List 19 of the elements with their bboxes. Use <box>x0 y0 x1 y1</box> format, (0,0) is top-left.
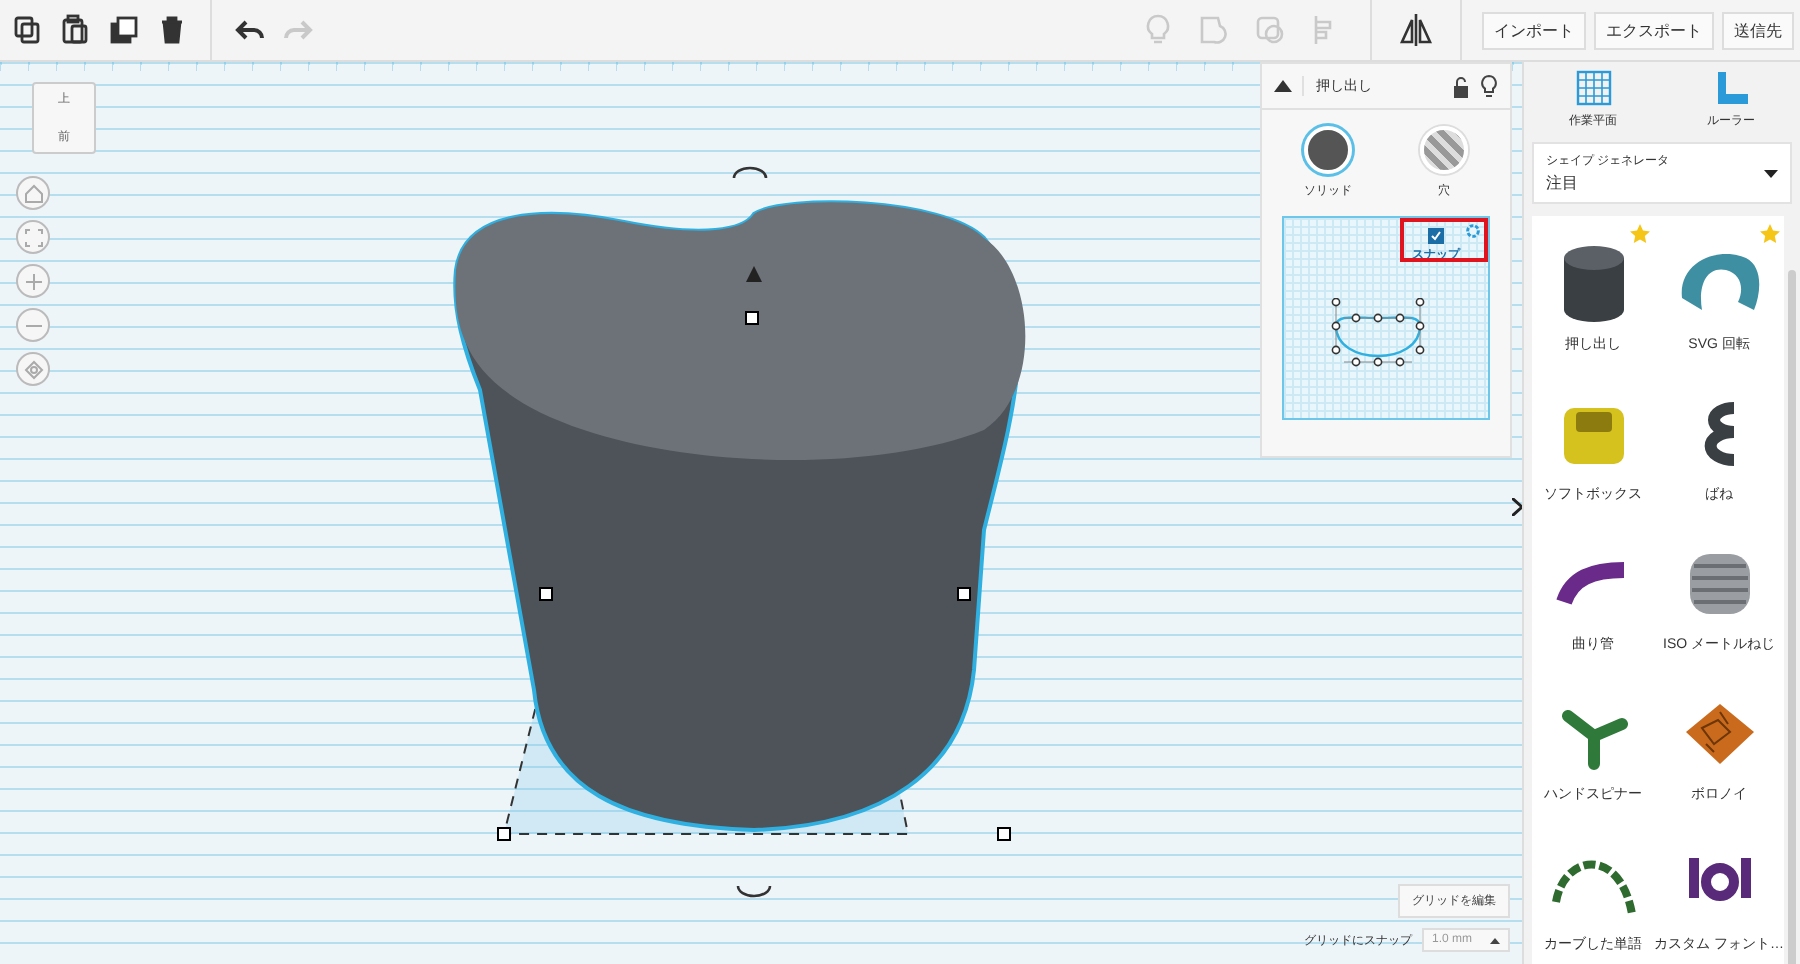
collapse-caret-icon[interactable] <box>1274 80 1292 92</box>
toolbar-button[interactable]: インポート <box>1482 11 1586 49</box>
ruler-icon <box>1713 70 1749 106</box>
settings-icon[interactable] <box>1464 222 1482 240</box>
star-icon[interactable] <box>1630 224 1651 244</box>
caret-down-icon <box>1764 169 1778 177</box>
lock-icon[interactable] <box>1452 75 1470 97</box>
selected-shape-drawing[interactable] <box>453 200 1026 841</box>
checkmark-icon <box>1430 230 1442 242</box>
rotate-handle-icon[interactable] <box>736 885 772 898</box>
caret-up-icon <box>1490 937 1500 943</box>
scrollbar[interactable] <box>1788 270 1796 964</box>
star-icon[interactable] <box>1760 224 1780 244</box>
highlight-frame <box>1400 218 1488 262</box>
lightbulb-icon[interactable] <box>1480 74 1498 98</box>
toolbar-button[interactable]: エクスポート <box>1594 11 1714 49</box>
rotate-handle-icon[interactable] <box>732 166 768 179</box>
grid-icon <box>1575 70 1611 106</box>
toolbar-button[interactable]: 送信先 <box>1722 11 1794 49</box>
